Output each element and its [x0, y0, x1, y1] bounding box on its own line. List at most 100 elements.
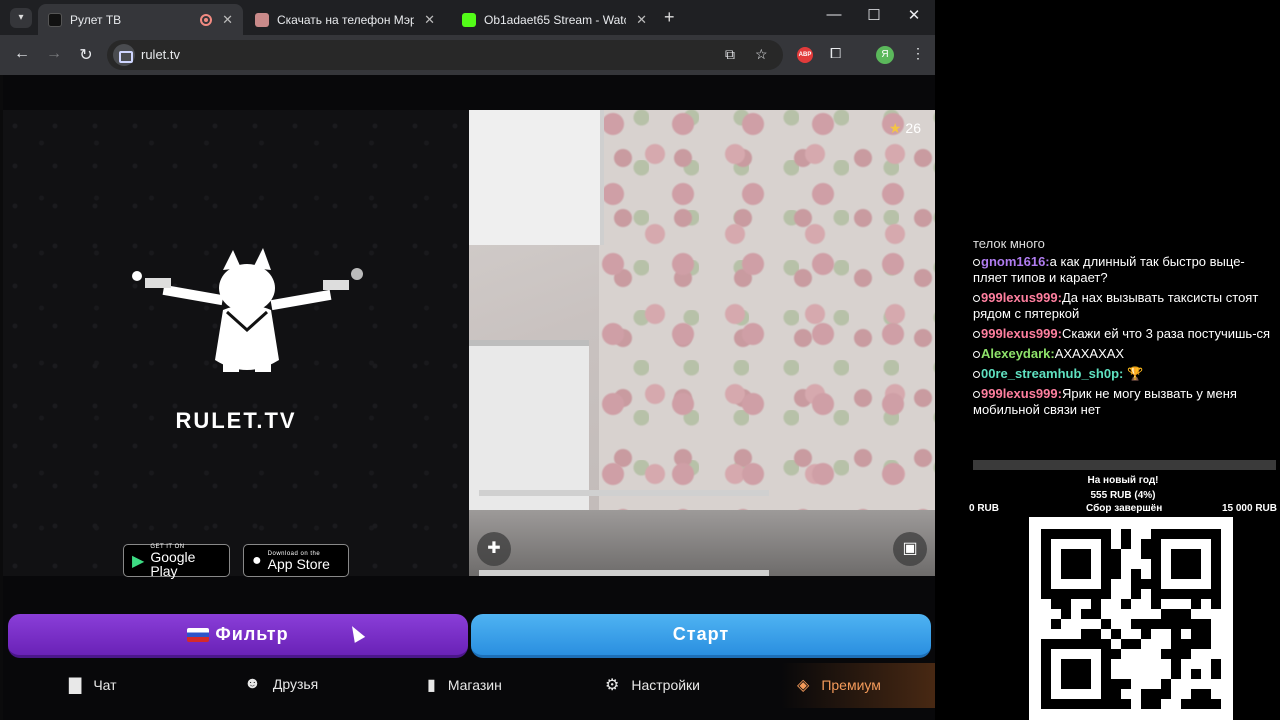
nav-chat-label: Чат: [93, 677, 117, 693]
browser-menu-icon[interactable]: ⋮: [911, 45, 925, 62]
chat-username: 999lexus999:: [981, 386, 1062, 401]
forward-arrow-icon[interactable]: →: [44, 45, 64, 63]
filter-button[interactable]: Фильтр: [8, 614, 468, 658]
chat-log: телок много gnom1616:а как длинный так б…: [973, 236, 1273, 422]
nav-shop[interactable]: ▮ Магазин: [427, 675, 502, 695]
site-info-icon[interactable]: [113, 44, 135, 66]
chat-message: 999lexus999:Да нах вызывать таксисты сто…: [973, 290, 1273, 322]
google-play-label: Google Play: [150, 548, 196, 579]
close-tab-icon[interactable]: ✕: [636, 12, 647, 28]
download-favicon-icon: [255, 12, 269, 27]
chat-icon: ▇: [69, 677, 82, 694]
browser-window: ▾ Рулет ТВ ✕ Скачать на телефон Мэр Кинг…: [0, 0, 935, 720]
goal-amount: 555 RUB (4%): [1090, 490, 1156, 501]
recording-icon: [200, 13, 213, 26]
nav-chat[interactable]: ▇ Чат: [69, 675, 117, 695]
browser-toolbar: ← → ↻ rulet.tv ⧉ ☆ ABP ⧠ Я ⋮: [0, 35, 935, 75]
start-button[interactable]: Старт: [471, 614, 931, 658]
gear-icon: ⚙: [605, 677, 620, 694]
google-play-button[interactable]: ▶ GET IT ON Google Play: [123, 544, 230, 579]
close-window-icon[interactable]: ✕: [904, 6, 924, 24]
new-tab-button[interactable]: +: [664, 8, 675, 26]
goal-title: На новый год!: [1087, 475, 1159, 486]
nav-shop-label: Магазин: [447, 677, 502, 693]
wallpaper: [599, 110, 935, 510]
chat-username: 999lexus999:: [981, 290, 1062, 305]
profile-avatar[interactable]: Я: [876, 46, 894, 64]
maximize-icon[interactable]: ☐: [864, 6, 884, 24]
reload-icon[interactable]: ↻: [76, 45, 96, 65]
rulet-logo: RULET.TV: [175, 408, 297, 433]
tab-download[interactable]: Скачать на телефон Мэр Кинг ✕: [245, 4, 445, 35]
google-play-icon: ▶: [132, 552, 145, 570]
chat-message: gnom1616:а как длинный так быстро выце-п…: [973, 254, 1273, 286]
chat-message: Alexeydark:АХАХАХАХ: [973, 346, 1273, 362]
adblock-extension-icon[interactable]: ABP: [797, 47, 813, 63]
app-store-label: App Store: [267, 555, 330, 572]
extensions-puzzle-icon[interactable]: ⧠: [830, 45, 841, 62]
nav-friends-label: Друзья: [272, 676, 319, 692]
tab-search-button[interactable]: ▾: [10, 8, 32, 28]
rulet-page: RULET.TV ▶ GET IT ON Google Play ● Downl…: [3, 75, 935, 720]
gift-icon[interactable]: ▣: [893, 532, 927, 566]
tag-icon: ◈: [797, 677, 810, 694]
chat-divider: [973, 460, 1276, 470]
chat-text: 🏆: [1126, 366, 1144, 381]
chat-username: 00re_streamhub_sh0p:: [981, 366, 1124, 381]
kick-favicon-icon: [462, 12, 476, 27]
rulet-favicon-icon: [48, 12, 62, 27]
bottom-nav: ▇ Чат ☻ Друзья ▮ Магазин ⚙ Настройки ◈ П…: [3, 663, 935, 708]
viewer-count: ★ 26: [889, 120, 921, 137]
nav-friends[interactable]: ☻ Друзья: [244, 675, 318, 693]
chat-text: АХАХАХАХ: [1054, 346, 1125, 361]
close-tab-icon[interactable]: ✕: [424, 12, 435, 28]
goal-max: 15 000 RUB: [1221, 503, 1277, 514]
kitchen-counter: [469, 340, 589, 510]
nav-premium[interactable]: ◈ Премиум: [797, 675, 881, 695]
tab-stream[interactable]: Ob1adaet65 Stream - Watch Li ✕: [452, 4, 657, 35]
chat-message: 999lexus999:Скажи ей что 3 раза постучиш…: [973, 326, 1273, 342]
viewer-count-value: 26: [905, 120, 921, 136]
friends-icon: ☻: [244, 675, 261, 692]
url-text: rulet.tv: [141, 47, 181, 62]
tab-title: Ob1adaet65 Stream - Watch Li: [484, 12, 626, 27]
goal-status: Сбор завершён: [1086, 503, 1163, 514]
kitchen-cabinet: [469, 110, 604, 245]
camera-switch-icon[interactable]: ✚: [477, 532, 511, 566]
chair-back: [479, 490, 769, 576]
apple-icon: ●: [252, 551, 262, 569]
minimize-icon[interactable]: —: [824, 6, 844, 23]
back-arrow-icon[interactable]: ←: [12, 45, 32, 63]
goal-min: 0 RUB: [969, 503, 1000, 514]
chat-username: 999lexus999:: [981, 326, 1062, 341]
qr-pattern: [1041, 529, 1221, 709]
cat-mascot-icon: [132, 248, 363, 372]
install-app-icon[interactable]: ⧉: [725, 46, 735, 63]
chat-username: Alexeydark:: [981, 346, 1055, 361]
video-feed: ★ 26 ✚ ▣: [469, 110, 935, 576]
nav-premium-label: Премиум: [821, 677, 881, 693]
filter-button-label: Фильтр: [215, 624, 289, 644]
shop-icon: ▮: [427, 677, 436, 694]
star-icon: ★: [888, 120, 902, 136]
address-bar[interactable]: rulet.tv ⧉ ☆: [107, 40, 783, 70]
chat-text: Скажи ей что 3 раза постучишь-ся: [1061, 326, 1271, 341]
russia-flag-icon: [187, 627, 210, 642]
donation-qr-code: [1029, 517, 1233, 720]
tab-strip: ▾ Рулет ТВ ✕ Скачать на телефон Мэр Кинг…: [0, 0, 935, 35]
tab-title: Рулет ТВ: [70, 12, 122, 27]
chat-username: gnom1616:: [981, 254, 1050, 269]
nav-settings[interactable]: ⚙ Настройки: [605, 675, 700, 695]
close-tab-icon[interactable]: ✕: [222, 12, 233, 28]
start-button-label: Старт: [672, 624, 730, 644]
bookmark-star-icon[interactable]: ☆: [755, 46, 768, 63]
tab-rulet[interactable]: Рулет ТВ ✕: [38, 4, 243, 35]
tab-title: Скачать на телефон Мэр Кинг: [277, 12, 415, 27]
stream-overlay: телок много gnom1616:а как длинный так б…: [936, 0, 1280, 720]
promo-panel: RULET.TV ▶ GET IT ON Google Play ● Downl…: [3, 110, 469, 579]
chat-cut-line: телок много: [973, 236, 1045, 248]
chat-message: 00re_streamhub_sh0p: 🏆: [973, 366, 1273, 382]
nav-settings-label: Настройки: [631, 677, 700, 693]
chat-message: 999lexus999:Ярик не могу вызвать у меня …: [973, 386, 1273, 418]
app-store-button[interactable]: ● Download on the App Store: [243, 544, 349, 577]
